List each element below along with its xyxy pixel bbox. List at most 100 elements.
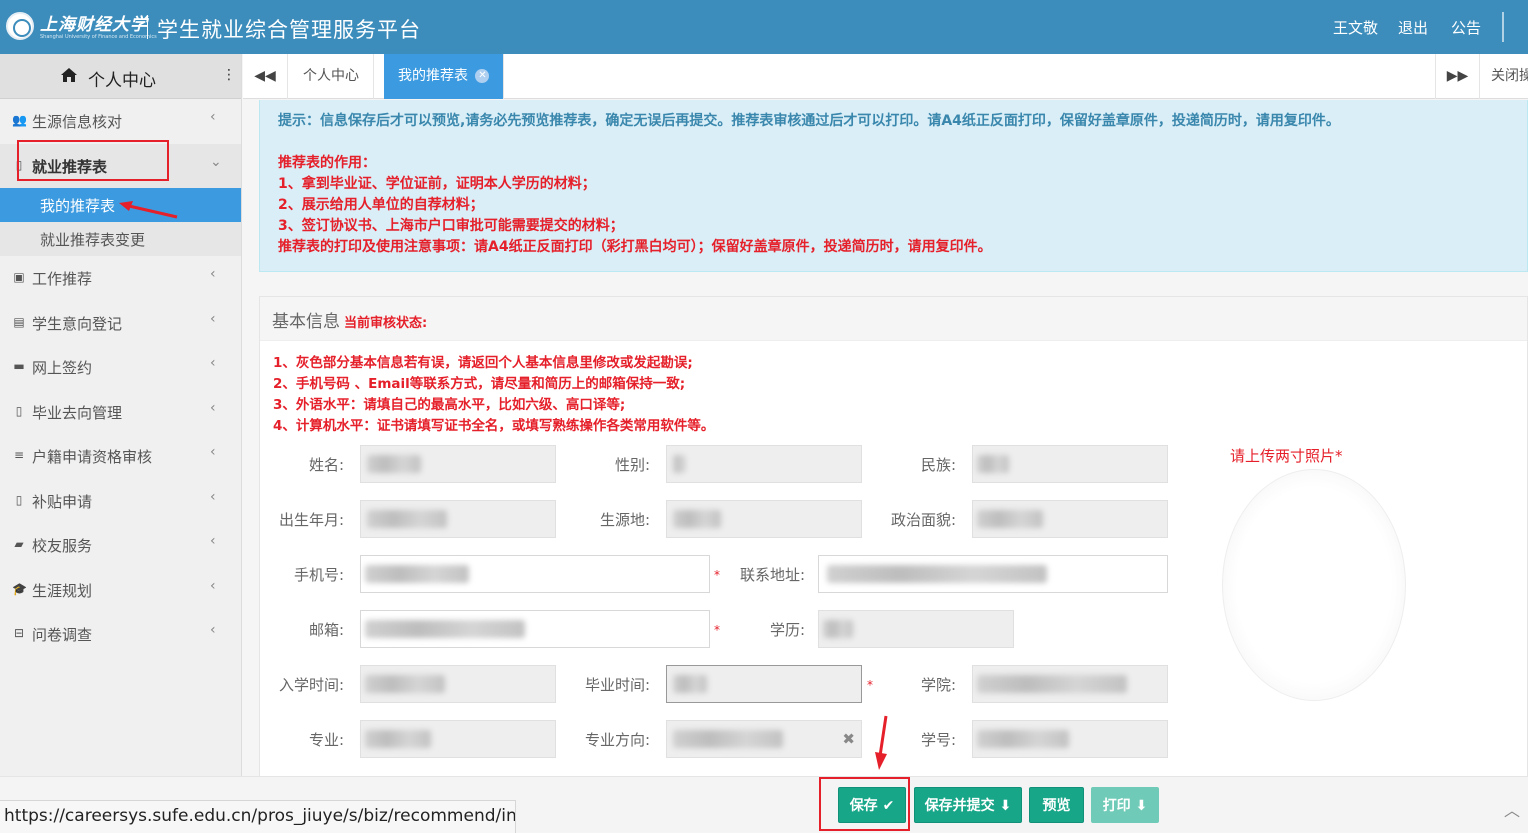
purpose-item: 1、拿到毕业证、学位证前，证明本人学历的材料； — [278, 176, 596, 192]
preview-label: 预览 — [1042, 798, 1071, 814]
annotation-box-save — [819, 777, 910, 831]
panel-header: 基本信息 当前审核状态: — [260, 297, 1527, 341]
sidebar-item-label: 校友服务 — [32, 537, 93, 555]
sidebar-item-label: 生源信息核对 — [32, 113, 123, 131]
chevron-left-icon: ‹ — [210, 399, 216, 416]
education-label: 学历: — [769, 621, 805, 639]
home-icon — [61, 68, 77, 82]
sidebar-item-label: 户籍申请资格审核 — [32, 448, 153, 466]
close-operations-button[interactable]: 关闭操作 — [1481, 54, 1528, 99]
sidebar-menu-dots-icon[interactable]: ⋮ — [222, 67, 236, 83]
chevron-left-icon: ‹ — [210, 266, 216, 282]
email-label: 邮箱: — [308, 621, 344, 639]
photo-upload-area[interactable] — [1222, 469, 1406, 701]
chevron-left-icon: ‹ — [210, 355, 216, 371]
major-direction-select[interactable]: ✖ — [666, 720, 862, 758]
save-submit-label: 保存并提交 — [924, 798, 995, 814]
user-name-link[interactable]: 王文敬 — [1333, 17, 1378, 38]
sidebar-subitem-label: 我的推荐表 — [40, 197, 116, 215]
chevron-left-icon: ‹ — [210, 533, 216, 549]
status-url: https://careersys.sufe.edu.cn/pros_jiuye… — [0, 800, 516, 833]
chevron-left-icon: ‹ — [210, 577, 216, 594]
tip-text: 提示：信息保存后才可以预览,请务必先预览推荐表，确定无误后再提交。推荐表审核通过… — [278, 113, 1340, 129]
graduate-label: 毕业时间: — [584, 676, 650, 694]
sidebar-item-source-info[interactable]: 👥 生源信息核对 ‹ — [0, 99, 241, 144]
college-field — [972, 665, 1168, 703]
student-id-field — [972, 720, 1168, 758]
tab-scroll-left-icon[interactable]: ◀◀ — [243, 54, 288, 99]
book-icon: ▰ — [14, 537, 24, 551]
print-label: 打印 — [1102, 798, 1131, 814]
sidebar-title: 个人中心 — [88, 71, 156, 91]
note-item: 3、外语水平：请填自己的最高水平，比如六级、高口译等; — [273, 397, 626, 413]
tab-bar: ◀◀ 个人中心 我的推荐表 ✕ ▶▶ 关闭操作 — [243, 54, 1528, 99]
chevron-down-icon: ⌄ — [210, 153, 222, 170]
sidebar-item-online-sign[interactable]: ▬ 网上签约 ‹ — [0, 345, 241, 390]
graduate-input[interactable] — [666, 665, 862, 703]
purpose-item: 2、展示给用人单位的自荐材料； — [278, 197, 484, 213]
sidebar-item-label: 毕业去向管理 — [32, 403, 123, 422]
college-label: 学院: — [920, 676, 956, 694]
birth-label: 出生年月: — [278, 511, 344, 529]
annotation-box-recommend-menu — [17, 140, 169, 181]
briefcase-icon: ▬ — [13, 359, 25, 373]
origin-field — [666, 500, 862, 538]
form-notes: 1、灰色部分基本信息若有误，请返回个人基本信息里修改或发起勘误; 2、手机号码 … — [260, 341, 1527, 435]
notice-link[interactable]: 公告 — [1451, 17, 1481, 38]
photo-upload-label: 请上传两寸照片* — [1230, 447, 1343, 465]
sidebar-item-label: 网上签约 — [32, 359, 93, 377]
sidebar-header[interactable]: 个人中心 ⋮ — [0, 54, 241, 99]
calendar-icon: ▤ — [13, 314, 25, 329]
logout-link[interactable]: 退出 — [1398, 17, 1428, 38]
header-divider — [1502, 12, 1504, 42]
print-note: 推荐表的打印及使用注意事项：请A4纸正反面打印（彩打黑白均可）；保留好盖章原件，… — [278, 239, 992, 255]
email-input[interactable] — [360, 610, 710, 648]
ethnicity-field — [972, 445, 1168, 483]
chevron-up-icon[interactable]: ︿ — [1504, 797, 1520, 821]
save-submit-button[interactable]: 保存并提交 ⬇ — [914, 787, 1022, 823]
tab-scroll-right-icon[interactable]: ▶▶ — [1435, 54, 1480, 99]
sidebar-item-graduation-destination[interactable]: ▯ 毕业去向管理 ‹ — [0, 390, 241, 435]
chevron-left-icon: ‹ — [210, 444, 216, 460]
purpose-item: 3、签订协议书、上海市户口审批可能需要提交的材料； — [278, 218, 624, 234]
sidebar-item-intention[interactable]: ▤ 学生意向登记 ‹ — [0, 301, 241, 346]
major-label: 专业: — [308, 731, 344, 749]
print-button[interactable]: 打印 ⬇ — [1091, 787, 1159, 823]
name-label: 姓名: — [308, 456, 344, 474]
chevron-left-icon: ‹ — [210, 622, 216, 638]
main-content: 提示：信息保存后才可以预览,请务必先预览推荐表，确定无误后再提交。推荐表审核通过… — [243, 100, 1528, 776]
sidebar-item-label: 生涯规划 — [32, 581, 93, 600]
preview-button[interactable]: 预览 — [1029, 787, 1084, 823]
tab-personal-center[interactable]: 个人中心 — [289, 54, 374, 99]
clear-icon[interactable]: ✖ — [842, 730, 855, 748]
panel-title: 基本信息 — [272, 312, 340, 332]
chevron-left-icon: ‹ — [210, 488, 216, 505]
sidebar-item-alumni[interactable]: ▰ 校友服务 ‹ — [0, 523, 241, 568]
education-field — [818, 610, 1014, 648]
annotation-arrow-left-icon — [119, 201, 178, 219]
file-icon: ▯ — [15, 492, 23, 507]
political-label: 政治面貌: — [890, 511, 956, 529]
tab-my-recommend[interactable]: 我的推荐表 ✕ — [384, 54, 505, 99]
sidebar-item-survey[interactable]: ⊟ 问卷调查 ‹ — [0, 612, 241, 657]
political-field — [972, 500, 1168, 538]
address-label: 联系地址: — [739, 566, 805, 584]
chevron-left-icon: ‹ — [210, 109, 216, 125]
sidebar-item-hukou[interactable]: ≡ 户籍申请资格审核 ‹ — [0, 434, 241, 479]
phone-input[interactable] — [360, 555, 710, 593]
close-operations-label: 关闭操作 — [1491, 68, 1528, 84]
major-direction-label: 专业方向: — [584, 731, 650, 749]
tip-box: 提示：信息保存后才可以预览,请务必先预览推荐表，确定无误后再提交。推荐表审核通过… — [259, 100, 1528, 272]
bottom-action-bar: https://careersys.sufe.edu.cn/pros_jiuye… — [0, 776, 1528, 833]
bars-icon: ≡ — [13, 448, 25, 462]
address-input[interactable] — [818, 555, 1168, 593]
users-icon: 👥 — [12, 113, 27, 127]
sidebar-item-job-recommend[interactable]: ▣ 工作推荐 ‹ — [0, 256, 241, 301]
sidebar-subitem-recommend-change[interactable]: 就业推荐表变更 — [0, 222, 241, 256]
sidebar-item-subsidy[interactable]: ▯ 补贴申请 ‹ — [0, 479, 241, 524]
title-separator — [147, 15, 148, 39]
tab-close-icon[interactable]: ✕ — [475, 69, 490, 83]
graduation-cap-icon: 🎓 — [12, 581, 27, 596]
sidebar-item-career[interactable]: 🎓 生涯规划 ‹ — [0, 568, 241, 613]
top-bar: 上海财经大学 Shanghai University of Finance an… — [0, 0, 1528, 54]
